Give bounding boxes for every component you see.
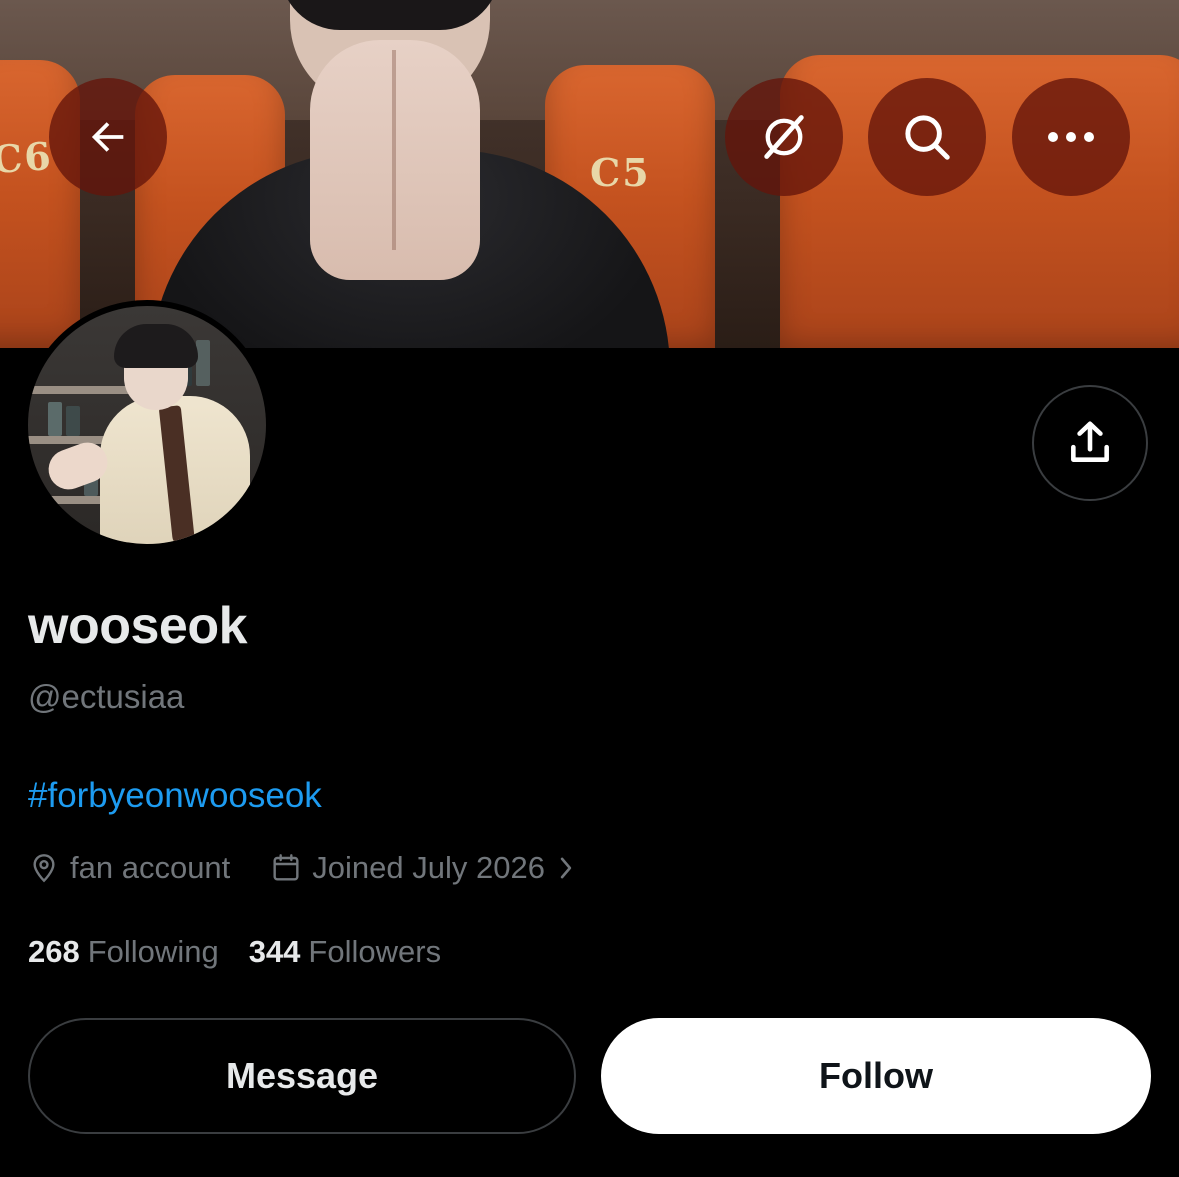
grok-button[interactable] xyxy=(725,78,843,196)
more-button[interactable] xyxy=(1012,78,1130,196)
location-pin-icon xyxy=(33,854,55,883)
avatar-shelf xyxy=(28,386,138,394)
avatar-hair xyxy=(114,324,198,368)
calendar-icon xyxy=(273,854,299,881)
following-count: 268 xyxy=(28,934,80,969)
followers-count: 344 xyxy=(248,934,301,969)
more-horizontal-icon xyxy=(1048,132,1094,142)
profile-meta: fan account Joined July 2026 xyxy=(28,846,585,890)
person-hands xyxy=(310,40,480,280)
follow-button[interactable]: Follow xyxy=(601,1018,1151,1134)
bio-hashtag-link[interactable]: #forbyeonwooseok xyxy=(28,776,322,816)
display-name: wooseok xyxy=(28,597,248,655)
avatar-book xyxy=(48,402,62,436)
share-button[interactable] xyxy=(1032,385,1148,501)
avatar-book xyxy=(196,340,210,386)
avatar-book xyxy=(66,406,80,436)
avatar[interactable] xyxy=(22,300,272,550)
seat-label-c5: C5 xyxy=(590,150,651,195)
following-label: Following xyxy=(87,934,219,969)
location-text: fan account xyxy=(70,850,231,885)
back-button[interactable] xyxy=(49,78,167,196)
following-link[interactable]: 268 Following xyxy=(28,934,219,970)
chevron-right-icon xyxy=(560,857,572,879)
grok-icon xyxy=(764,115,804,159)
location: fan account xyxy=(28,850,230,886)
theater-seat-right xyxy=(780,55,1179,348)
handle: @ectusiaa xyxy=(28,678,185,715)
avatar-photo xyxy=(28,306,266,544)
joined-date[interactable]: Joined July 2026 xyxy=(270,850,585,886)
followers-link[interactable]: 344 Followers xyxy=(249,934,441,970)
search-icon xyxy=(905,115,950,160)
message-button[interactable]: Message xyxy=(28,1018,576,1134)
search-button[interactable] xyxy=(868,78,986,196)
followers-label: Followers xyxy=(308,934,442,969)
profile-banner[interactable]: C6 C5 xyxy=(0,0,1179,348)
share-icon xyxy=(1071,421,1109,462)
follow-stats: 268 Following 344 Followers xyxy=(28,930,441,974)
joined-text: Joined July 2026 xyxy=(312,850,545,885)
seat-label-c6: C6 xyxy=(0,132,55,183)
arrow-left-icon xyxy=(91,122,124,152)
